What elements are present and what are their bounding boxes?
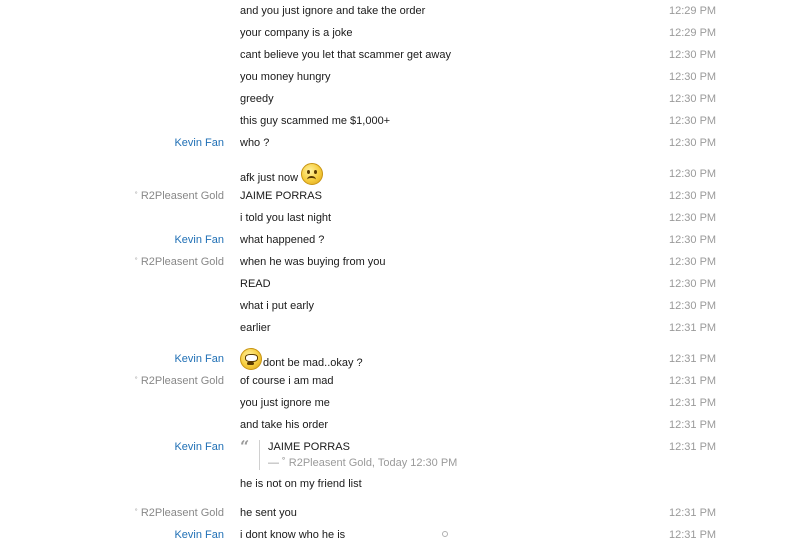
message-row: Kevin Fan i dont know who he is 12:31 PM — [0, 524, 788, 546]
message-text: dont be mad..okay ? — [263, 357, 363, 369]
sender-name-link[interactable]: Kevin Fan — [174, 524, 224, 546]
scroll-indicator-icon — [442, 531, 448, 537]
message-row: and take his order 12:31 PM — [0, 414, 788, 436]
message-row: ˚ R2Pleasent Gold JAIME PORRAS 12:30 PM — [0, 185, 788, 207]
message-text: he is not on my friend list — [240, 478, 362, 490]
message-row: ˚ R2Pleasent Gold he sent you 12:31 PM — [0, 502, 788, 524]
message-time: 12:30 PM — [669, 256, 717, 268]
message-text: READ — [240, 278, 271, 290]
sender-name-link[interactable]: Kevin Fan — [174, 229, 224, 251]
message-time: 12:31 PM — [669, 441, 717, 453]
message-row: cant believe you let that scammer get aw… — [0, 44, 788, 66]
quoted-message-row: Kevin Fan “ JAIME PORRAS — ˚ R2Pleasent … — [0, 436, 788, 502]
message-text: JAIME PORRAS — [240, 190, 322, 202]
message-row: Kevin Fan dont be mad..okay ? 12:31 PM — [0, 339, 788, 370]
message-time: 12:30 PM — [669, 300, 717, 312]
sender-name-link[interactable]: Kevin Fan — [174, 348, 224, 370]
message-text: this guy scammed me $1,000+ — [240, 115, 391, 127]
message-row: ˚ R2Pleasent Gold of course i am mad 12:3… — [0, 370, 788, 392]
message-row: READ 12:30 PM — [0, 273, 788, 295]
message-text: you money hungry — [240, 71, 331, 83]
sad-face-icon — [301, 163, 324, 185]
message-text: when he was buying from you — [240, 256, 386, 268]
message-time: 12:30 PM — [669, 168, 717, 180]
status-marker: ˚ — [134, 376, 138, 386]
message-text: what happened ? — [240, 234, 325, 246]
message-time: 12:31 PM — [669, 529, 717, 541]
message-row: you money hungry 12:30 PM — [0, 66, 788, 88]
message-row: your company is a joke 12:29 PM — [0, 22, 788, 44]
message-time: 12:29 PM — [669, 27, 717, 39]
sender-name: R2Pleasent Gold — [140, 375, 224, 387]
sender-name-link[interactable]: ˚ R2Pleasent Gold — [135, 251, 224, 273]
sender-name-link[interactable]: Kevin Fan — [174, 436, 224, 458]
message-row: ˚ R2Pleasent Gold when he was buying from… — [0, 251, 788, 273]
quote-icon: “ — [240, 437, 250, 456]
worried-face-icon — [240, 348, 262, 370]
message-text: you just ignore me — [240, 397, 330, 409]
message-row: earlier 12:31 PM — [0, 317, 788, 339]
status-marker: ˚ — [134, 508, 138, 518]
quote-attribution: — ˚ R2Pleasent Gold, Today 12:30 PM — [268, 457, 458, 469]
message-text: greedy — [240, 93, 274, 105]
message-text: i told you last night — [240, 212, 332, 224]
message-time: 12:30 PM — [669, 190, 717, 202]
message-text: who ? — [240, 137, 270, 149]
message-text: what i put early — [240, 300, 314, 312]
sender-name-link[interactable]: ˚ R2Pleasent Gold — [135, 185, 224, 207]
message-row: you just ignore me 12:31 PM — [0, 392, 788, 414]
message-time: 12:31 PM — [669, 419, 717, 431]
message-time: 12:31 PM — [669, 507, 717, 519]
message-time: 12:30 PM — [669, 115, 717, 127]
message-text: your company is a joke — [240, 27, 353, 39]
message-time: 12:30 PM — [669, 278, 717, 290]
message-text: cant believe you let that scammer get aw… — [240, 49, 451, 61]
message-text: earlier — [240, 322, 271, 334]
message-time: 12:30 PM — [669, 49, 717, 61]
message-row: and you just ignore and take the order 1… — [0, 0, 788, 22]
message-time: 12:31 PM — [669, 322, 717, 334]
message-time: 12:30 PM — [669, 212, 717, 224]
message-time: 12:30 PM — [669, 71, 717, 83]
message-row: Kevin Fan what happened ? 12:30 PM — [0, 229, 788, 251]
message-time: 12:29 PM — [669, 5, 717, 17]
message-row: Kevin Fan who ? 12:30 PM — [0, 132, 788, 154]
message-text: he sent you — [240, 507, 297, 519]
sender-name: R2Pleasent Gold — [140, 190, 224, 202]
message-time: 12:31 PM — [669, 397, 717, 409]
message-text: and take his order — [240, 419, 329, 431]
message-row: what i put early 12:30 PM — [0, 295, 788, 317]
status-marker: ˚ — [134, 257, 138, 267]
sender-name-link[interactable]: ˚ R2Pleasent Gold — [135, 502, 224, 524]
message-text: afk just now — [240, 172, 299, 184]
sender-name-link[interactable]: ˚ R2Pleasent Gold — [135, 370, 224, 392]
message-time: 12:30 PM — [669, 93, 717, 105]
sender-name: R2Pleasent Gold — [140, 256, 224, 268]
message-time: 12:30 PM — [669, 137, 717, 149]
message-row: afk just now 12:30 PM — [0, 154, 788, 185]
message-text: i dont know who he is — [240, 529, 346, 541]
quote-bar — [259, 440, 260, 470]
message-row: greedy 12:30 PM — [0, 88, 788, 110]
message-time: 12:31 PM — [669, 353, 717, 365]
message-time: 12:30 PM — [669, 234, 717, 246]
message-row: i told you last night 12:30 PM — [0, 207, 788, 229]
message-text: and you just ignore and take the order — [240, 5, 426, 17]
chat-transcript: and you just ignore and take the order 1… — [0, 0, 788, 546]
status-marker: ˚ — [134, 191, 138, 201]
message-text: of course i am mad — [240, 375, 334, 387]
message-time: 12:31 PM — [669, 375, 717, 387]
sender-name: R2Pleasent Gold — [140, 507, 224, 519]
sender-name-link[interactable]: Kevin Fan — [174, 132, 224, 154]
message-row: this guy scammed me $1,000+ 12:30 PM — [0, 110, 788, 132]
